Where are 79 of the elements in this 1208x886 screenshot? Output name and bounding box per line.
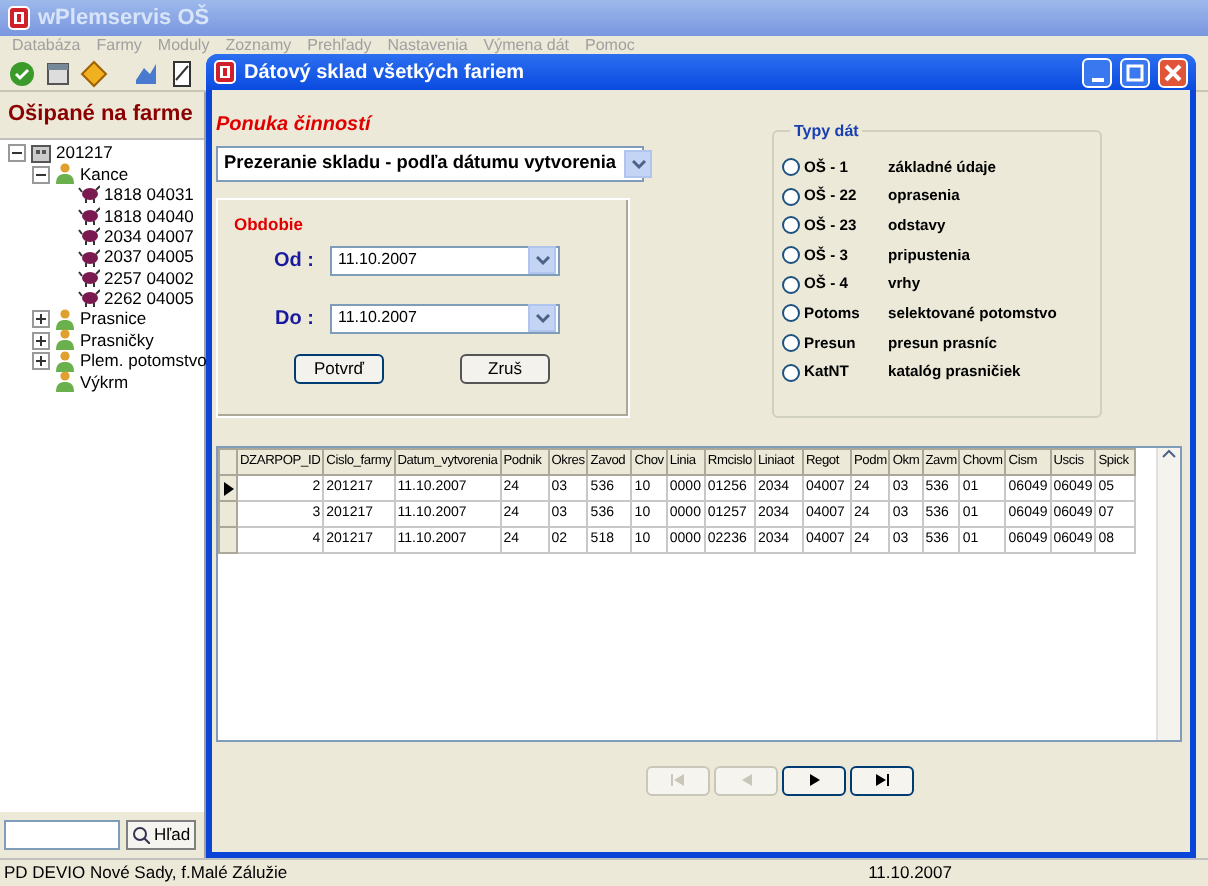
caret-icon bbox=[631, 159, 646, 169]
expand-icon[interactable] bbox=[32, 352, 50, 371]
tree-item[interactable]: Výkrm bbox=[80, 369, 129, 395]
cancel-button[interactable]: Zruš bbox=[460, 353, 550, 384]
collapse-icon[interactable] bbox=[32, 165, 50, 184]
pig-icon bbox=[78, 203, 100, 228]
maximize-icon bbox=[1124, 61, 1146, 83]
radio-button[interactable] bbox=[782, 216, 800, 235]
previous-icon bbox=[737, 772, 753, 789]
radio-button[interactable] bbox=[782, 157, 800, 176]
tree-item[interactable]: 1818 04040 bbox=[104, 203, 194, 229]
notepad-icon[interactable] bbox=[168, 59, 196, 87]
tree-item[interactable]: Kance bbox=[80, 161, 129, 187]
close-button[interactable] bbox=[1158, 57, 1188, 87]
tree-item[interactable]: 2262 04005 bbox=[104, 286, 194, 312]
row-pointer-icon bbox=[223, 481, 233, 495]
radio-button[interactable] bbox=[782, 333, 800, 352]
tree-item[interactable]: 1818 04031 bbox=[104, 182, 194, 208]
calendar-icon[interactable] bbox=[44, 59, 72, 87]
maximize-button[interactable] bbox=[1120, 57, 1150, 87]
close-icon bbox=[1162, 61, 1184, 83]
skip-forward-icon bbox=[873, 772, 889, 789]
minimize-button[interactable] bbox=[1082, 57, 1112, 87]
dialog-title: Dátový sklad všetkých fariem bbox=[244, 59, 527, 87]
pig-icon bbox=[78, 286, 100, 311]
diamond-icon[interactable] bbox=[80, 59, 108, 87]
pig-icon bbox=[78, 266, 100, 291]
person-icon bbox=[54, 370, 76, 394]
tree-item[interactable]: 2257 04002 bbox=[104, 265, 194, 291]
scroll-up-icon bbox=[1162, 448, 1176, 458]
tree-item[interactable]: Prasničky bbox=[80, 327, 154, 354]
radio-button[interactable] bbox=[782, 363, 800, 382]
caret-icon bbox=[535, 313, 549, 324]
field-label: Do : bbox=[273, 305, 314, 334]
pig-icon bbox=[78, 224, 100, 249]
check-icon[interactable] bbox=[8, 59, 36, 87]
expand-icon[interactable] bbox=[32, 310, 50, 329]
minimize-icon bbox=[1091, 77, 1103, 81]
pig-icon bbox=[78, 182, 100, 207]
dropdown[interactable]: 11.10.2007 bbox=[330, 245, 560, 276]
radio-button[interactable] bbox=[782, 275, 800, 294]
person-icon bbox=[54, 307, 76, 332]
field-label: Od : bbox=[272, 247, 314, 276]
radio-button[interactable] bbox=[782, 304, 800, 323]
search-button[interactable]: Hľad bbox=[126, 820, 197, 850]
person-icon bbox=[54, 162, 76, 187]
status-date: 11.10.2007 bbox=[868, 860, 952, 886]
grid-corner bbox=[219, 449, 237, 475]
search-field[interactable] bbox=[4, 820, 120, 850]
person-icon bbox=[54, 328, 76, 353]
skip-back-icon bbox=[669, 772, 685, 789]
tree-item[interactable]: 2034 04007 bbox=[104, 223, 194, 250]
section-label: Obdobie bbox=[234, 212, 305, 238]
radio-button[interactable] bbox=[782, 245, 800, 264]
person-icon bbox=[54, 349, 76, 374]
confirm-button[interactable]: Potvrď bbox=[294, 353, 384, 384]
dropdown[interactable]: 11.10.2007 bbox=[330, 303, 560, 334]
app-logo-icon bbox=[8, 6, 30, 30]
group-title: Typy dát bbox=[790, 120, 863, 144]
status-text: PD DEVIO Nové Sady, f.Malé Zálužie bbox=[4, 860, 288, 886]
next-record-button[interactable] bbox=[781, 766, 845, 796]
caret-icon bbox=[535, 255, 549, 266]
app-logo-icon bbox=[214, 60, 236, 84]
section-label: Ponuka činností bbox=[216, 112, 375, 140]
next-icon bbox=[805, 772, 821, 789]
expand-icon[interactable] bbox=[32, 331, 50, 350]
panel-title: Ošipané na farme bbox=[0, 92, 204, 139]
tree-item[interactable]: Plem. potomstvo bbox=[80, 348, 207, 374]
tree-item[interactable]: Prasnice bbox=[80, 306, 147, 333]
pig-icon bbox=[78, 245, 100, 270]
collapse-icon[interactable] bbox=[8, 144, 26, 163]
last-record-button[interactable] bbox=[849, 766, 913, 796]
row-header[interactable] bbox=[219, 475, 237, 501]
building-icon bbox=[30, 141, 52, 166]
radio-button[interactable] bbox=[782, 187, 800, 206]
window-title: wPlemservis OŠ bbox=[38, 2, 210, 34]
tree-item[interactable]: 2037 04005 bbox=[104, 244, 194, 271]
search-icon bbox=[132, 826, 150, 844]
tree-item[interactable]: 201217 bbox=[56, 140, 113, 167]
